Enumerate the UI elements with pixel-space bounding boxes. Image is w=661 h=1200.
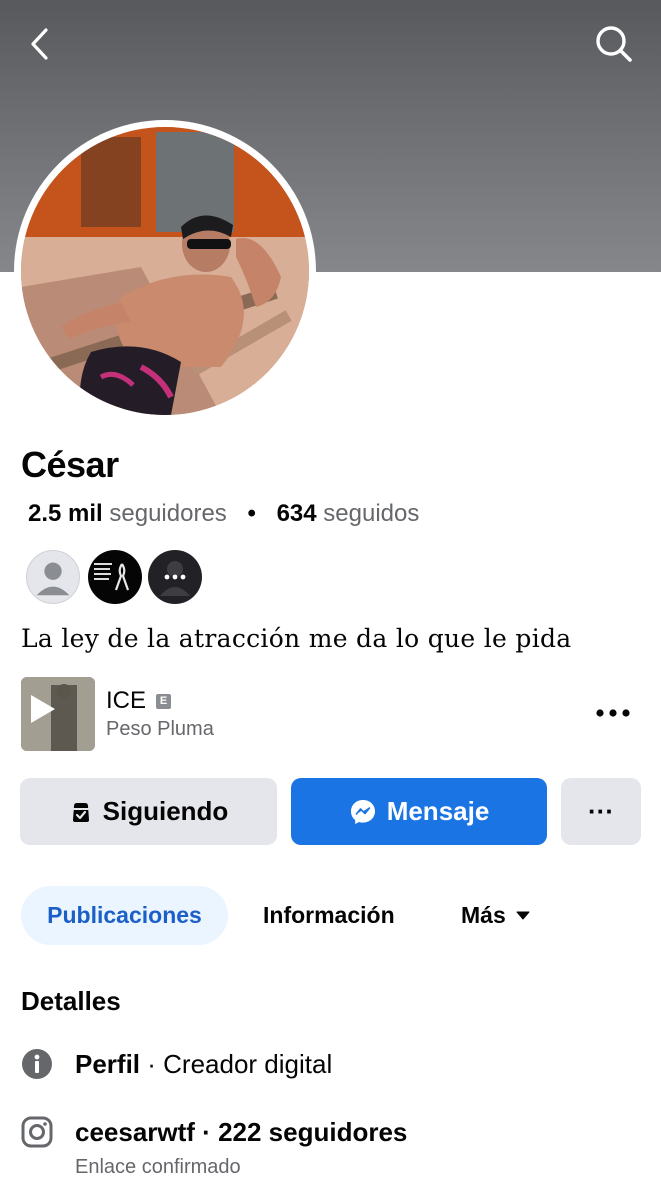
message-button[interactable]: Mensaje: [291, 778, 547, 845]
song-artist[interactable]: Peso Pluma: [106, 718, 214, 741]
details-heading: Detalles: [21, 986, 121, 1016]
friend-avatar[interactable]: [26, 550, 80, 604]
album-art: [21, 677, 95, 751]
tab-mas[interactable]: Más: [461, 886, 530, 945]
profile-category-label: Perfil: [75, 1049, 141, 1079]
followers-count[interactable]: 2.5 mil: [28, 500, 103, 527]
profile-name: César: [21, 444, 119, 485]
followers-label[interactable]: seguidores: [109, 500, 226, 527]
chevron-left-icon: [31, 28, 48, 60]
more-actions-label: ···: [588, 796, 614, 826]
tab-publicaciones[interactable]: Publicaciones: [21, 886, 228, 945]
profile-photo: [21, 127, 309, 415]
default-avatar-icon: [36, 562, 70, 596]
instagram-icon: [21, 1116, 53, 1148]
info-icon-wrap: [21, 1048, 53, 1080]
following-check-icon: [72, 802, 89, 822]
back-button[interactable]: [14, 18, 66, 70]
profile-bio: La ley de la atracción me da lo que le p…: [21, 624, 572, 653]
tab-informacion[interactable]: Información: [263, 886, 395, 945]
caret-down-icon: [516, 911, 530, 920]
song-cover[interactable]: [21, 677, 95, 751]
instagram-link[interactable]: ceesarwtf · 222 seguidores: [75, 1117, 407, 1148]
tab-label: Publicaciones: [47, 902, 202, 928]
instagram-link-status: Enlace confirmado: [75, 1156, 241, 1178]
following-button[interactable]: Siguiendo: [20, 778, 277, 845]
info-icon: [22, 1049, 52, 1079]
messenger-icon: [350, 799, 375, 824]
more-actions-button[interactable]: ···: [561, 778, 641, 845]
profile-category-value: · Creador digital: [140, 1049, 333, 1079]
message-label: Mensaje: [386, 796, 490, 826]
memorial-ribbon-avatar: [94, 563, 130, 591]
search-button[interactable]: [588, 18, 640, 70]
more-friends-button[interactable]: [148, 550, 202, 604]
explicit-badge: E: [156, 693, 172, 709]
profile-category: Perfil · Creador digital: [75, 1049, 332, 1080]
search-icon: [596, 26, 632, 62]
following-label[interactable]: seguidos: [323, 500, 419, 527]
tab-label: Información: [263, 902, 395, 928]
following-label: Siguiendo: [102, 796, 229, 826]
friend-avatar[interactable]: [88, 550, 142, 604]
more-friends-icon: [160, 561, 190, 596]
profile-avatar[interactable]: [21, 127, 309, 415]
more-dots-icon: [596, 709, 630, 717]
instagram-icon-wrap: [21, 1116, 53, 1148]
stats-separator: •: [247, 500, 256, 527]
song-title: ICE: [106, 687, 147, 714]
tab-label: Más: [461, 902, 506, 928]
song-title-row[interactable]: ICE E: [106, 687, 172, 715]
follow-stats: 2.5 mil seguidores • 634 seguidos: [28, 500, 419, 528]
following-count[interactable]: 634: [277, 500, 317, 527]
song-more-button[interactable]: [590, 698, 636, 728]
